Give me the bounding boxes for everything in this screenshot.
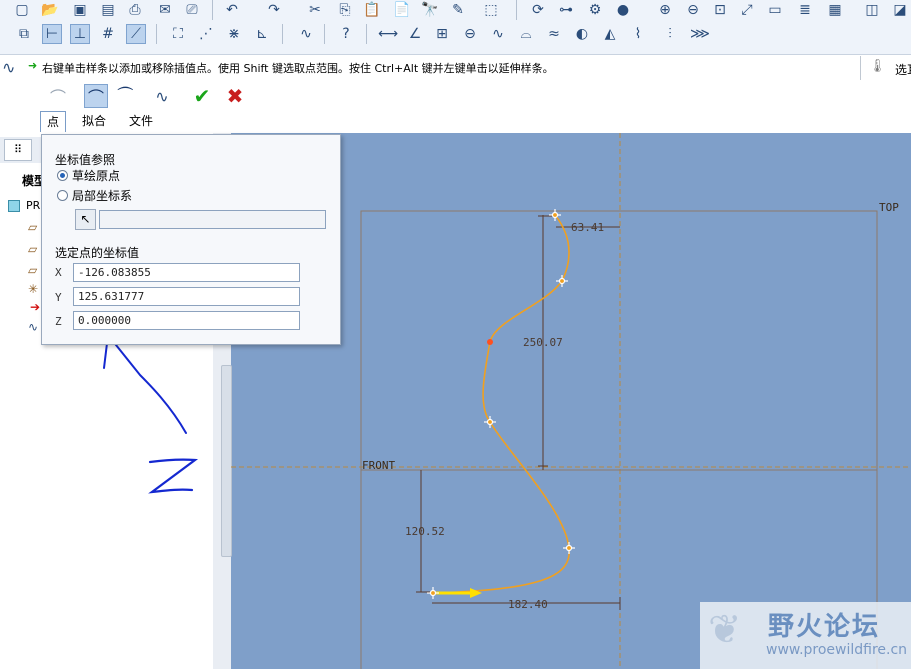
handwritten-arrow: [103, 334, 187, 434]
watermark-url: www.proewildfire.cn: [766, 642, 908, 658]
coord-ref-title: 坐标值参照: [55, 153, 116, 167]
top-plane-label: TOP: [879, 201, 899, 214]
interp-point-selected: [487, 339, 493, 345]
interp-point: [484, 416, 496, 428]
local-csys-label[interactable]: 局部坐标系: [72, 187, 132, 204]
csys-collector-field[interactable]: [99, 210, 326, 229]
y-coordinate-input[interactable]: 125.631777: [73, 287, 300, 306]
x-coordinate-input[interactable]: -126.083855: [73, 263, 300, 282]
sketch-origin-radio[interactable]: [57, 170, 68, 181]
interp-point: [427, 587, 439, 599]
dimension-lines: [416, 215, 621, 610]
butterfly-logo-icon: ❦: [708, 607, 742, 653]
sketch-origin-label[interactable]: 草绘原点: [72, 167, 120, 184]
z-coordinate-input[interactable]: 0.000000: [73, 311, 300, 330]
handwritten-z: [148, 458, 199, 494]
interp-points: [427, 209, 575, 599]
direction-arrowhead: [470, 588, 482, 598]
interp-point: [563, 542, 575, 554]
plane-boundary: [360, 210, 878, 669]
front-plane-label: FRONT: [362, 459, 396, 472]
dimension-63[interactable]: 63.41: [571, 221, 604, 234]
dimension-250[interactable]: 250.07: [523, 336, 563, 349]
z-label: Z: [55, 315, 62, 328]
coords-title: 选定点的坐标值: [55, 246, 140, 260]
dimension-182[interactable]: 182.40: [508, 598, 548, 611]
dimension-120[interactable]: 120.52: [405, 525, 445, 538]
spline-curve: [432, 214, 570, 594]
select-csys-button[interactable]: ↖: [75, 209, 96, 230]
y-label: Y: [55, 291, 62, 304]
local-csys-radio[interactable]: [57, 190, 68, 201]
watermark-title: 野火论坛: [768, 612, 881, 642]
x-label: X: [55, 266, 62, 279]
